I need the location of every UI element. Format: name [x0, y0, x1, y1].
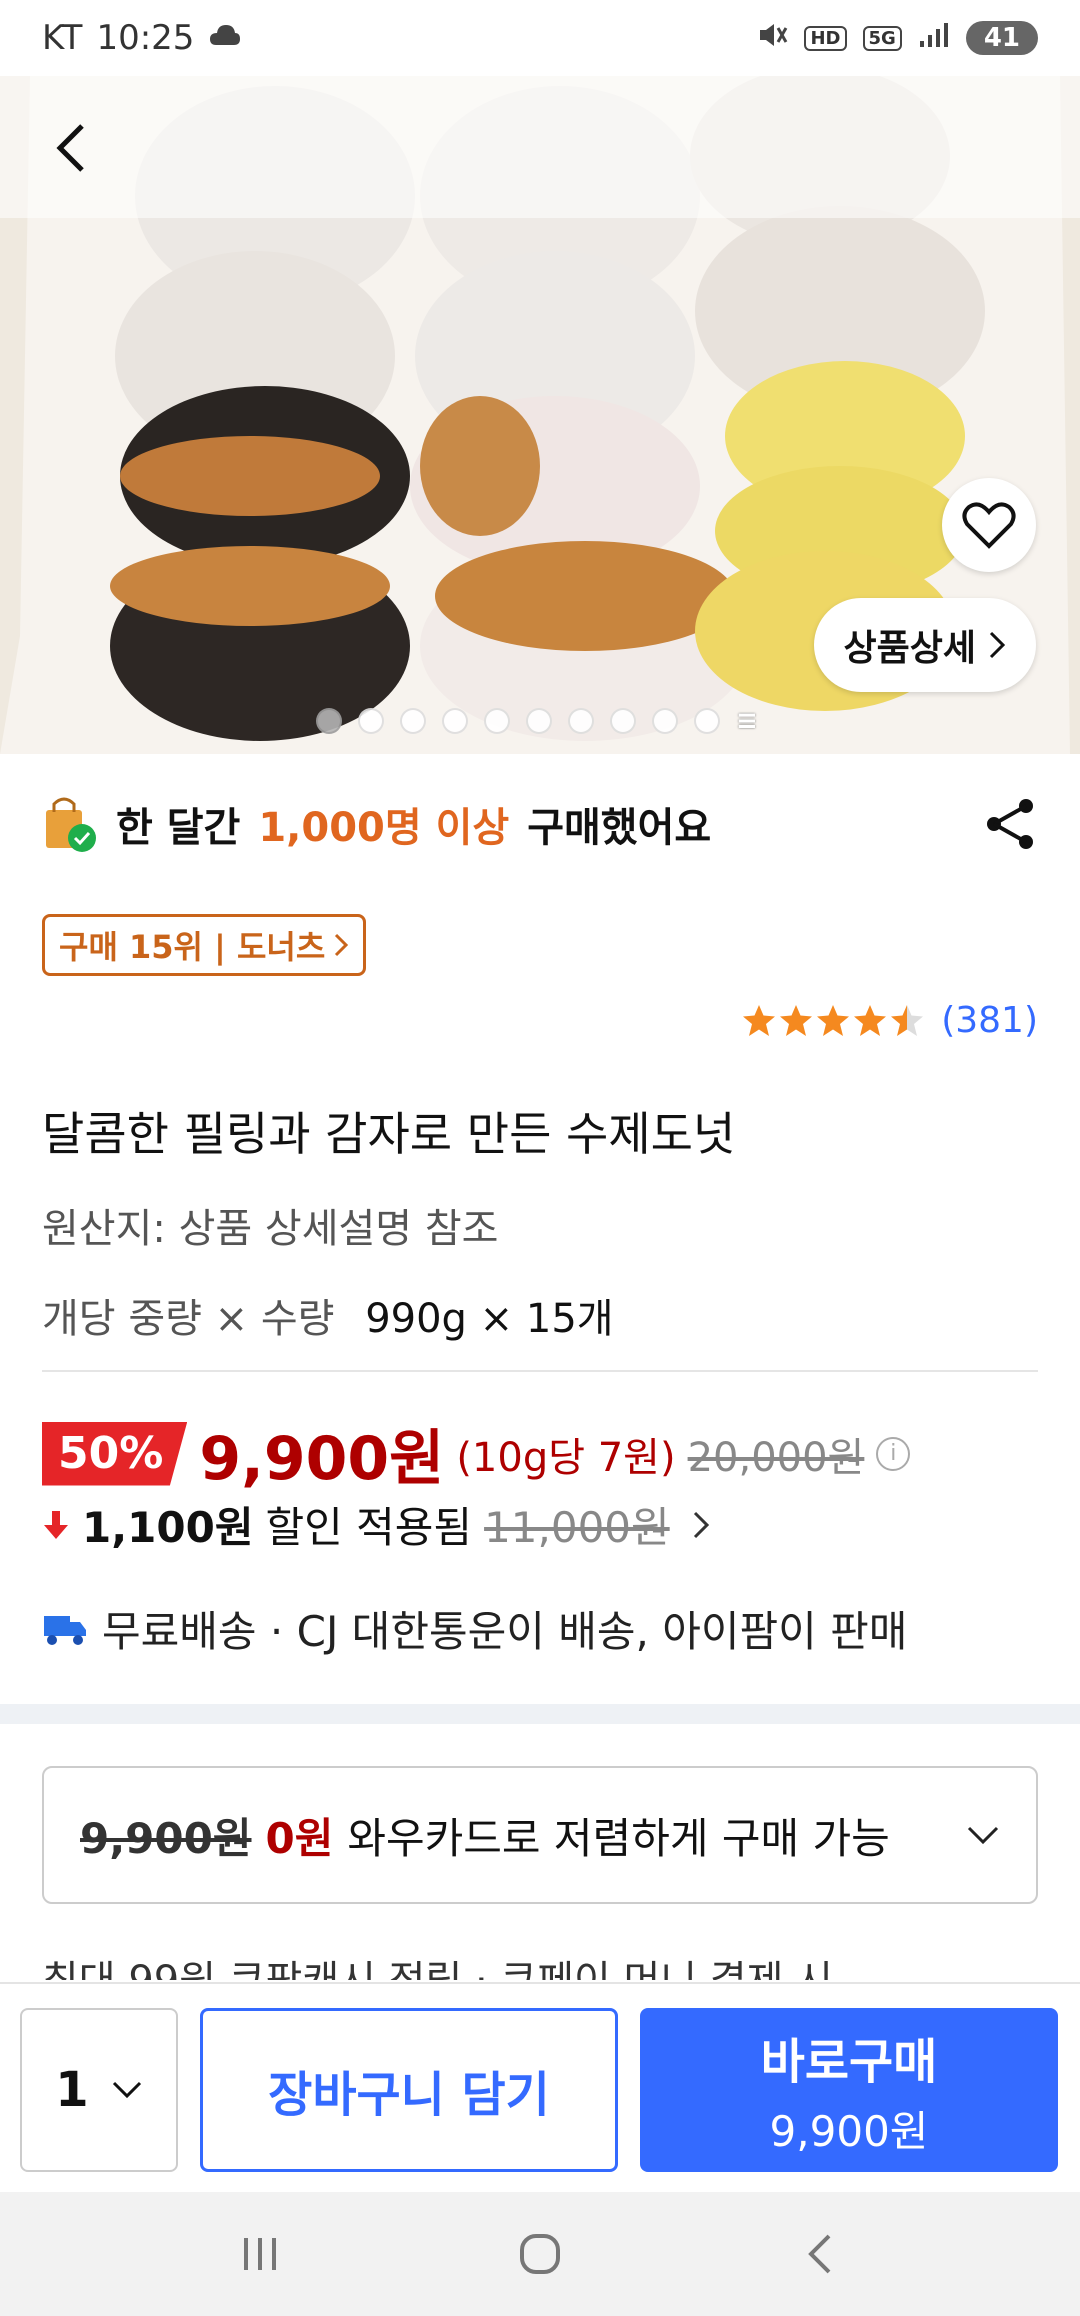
buy-now-price: 9,900원	[769, 2106, 929, 2156]
bottom-action-bar: 1 장바구니 담기 바로구매 9,900원	[0, 1982, 1080, 2192]
wow-original-price: 9,900원	[80, 1813, 252, 1863]
pager-dot[interactable]	[568, 708, 594, 734]
shipping-info: 무료배송 · CJ 대한통운이 배송, 아이팜이 판매	[42, 1598, 907, 1659]
wow-card-offer[interactable]: 9,900원 0원 와우카드로 저렴하게 구매 가능	[42, 1766, 1038, 1904]
section-divider	[0, 1704, 1080, 1724]
coupon-text: 할인 적용됨	[265, 1503, 473, 1552]
hd-icon: HD	[804, 25, 847, 51]
home-icon	[520, 2234, 560, 2274]
sale-price: 9,900원	[199, 1424, 445, 1494]
star-rating	[741, 1003, 929, 1039]
product-weight: 개당 중량 × 수량 990g × 15개	[42, 1286, 614, 1344]
clock: 10:25	[96, 18, 195, 58]
chevron-right-icon	[335, 933, 349, 957]
back-icon	[808, 2234, 831, 2274]
quantity-value: 1	[55, 2062, 89, 2118]
pager-dot[interactable]	[652, 708, 678, 734]
product-title: 달콤한 필링과 감자로 만든 수제도넛	[42, 1107, 736, 1161]
shopping-bag-icon	[46, 797, 96, 852]
price-row: 50% 9,900원 (10g당 7원) 20,000원 i	[42, 1410, 911, 1497]
arrow-down-icon	[44, 1510, 68, 1539]
review-count[interactable]: (381)	[941, 1000, 1038, 1041]
chevron-left-icon	[56, 124, 84, 172]
recent-apps-icon	[244, 2238, 276, 2270]
wishlist-button[interactable]	[942, 478, 1036, 572]
carrier: KT	[42, 18, 83, 58]
delivery-truck-icon	[44, 1615, 86, 1645]
purchase-count-banner: 한 달간 1,000명 이상 구매했어요	[42, 786, 1038, 862]
coupon-discount-row[interactable]: 1,100원 할인 적용됨 11,000원	[42, 1494, 710, 1555]
discount-badge: 50%	[42, 1421, 188, 1486]
weight-value: 990g × 15개	[365, 1296, 614, 1342]
original-price: 20,000원	[687, 1434, 865, 1481]
ranking-badge-label: 구매 15위 | 도너츠	[59, 928, 326, 966]
cash-reward-text: 최대 99원 쿠팡캐시 적립 · 쿠페이 머니 결제 시	[42, 1948, 833, 1980]
recent-apps-button[interactable]	[220, 2214, 300, 2294]
promo-prefix: 한 달간	[116, 805, 241, 851]
pager-dot[interactable]	[400, 708, 426, 734]
top-bar	[0, 76, 1080, 218]
rating[interactable]: (381)	[741, 1000, 1038, 1041]
chevron-right-icon	[693, 1511, 709, 1538]
promo-suffix: 구매했어요	[527, 805, 712, 851]
product-origin: 원산지: 상품 상세설명 참조	[42, 1206, 499, 1252]
more-images-icon: ≡	[736, 706, 758, 736]
add-to-cart-button[interactable]: 장바구니 담기	[200, 2008, 618, 2172]
weight-label: 개당 중량 × 수량	[42, 1296, 335, 1342]
chevron-down-icon	[967, 1826, 999, 1845]
buy-now-button[interactable]: 바로구매 9,900원	[640, 2008, 1058, 2172]
buy-now-label: 바로구매	[760, 2033, 938, 2090]
mute-icon	[756, 20, 788, 56]
pager-dot[interactable]	[442, 708, 468, 734]
pager-dot[interactable]	[484, 708, 510, 734]
back-button[interactable]	[34, 112, 106, 184]
battery-indicator: 41	[965, 21, 1038, 55]
unit-price: (10g당 7원)	[456, 1434, 676, 1481]
chevron-down-icon	[112, 2081, 141, 2099]
chevron-right-icon	[989, 631, 1006, 659]
pager-dot[interactable]	[358, 708, 384, 734]
pager-dot[interactable]	[526, 708, 552, 734]
system-back-button[interactable]	[780, 2214, 860, 2294]
image-pager[interactable]: ≡	[316, 706, 758, 736]
share-icon[interactable]	[982, 796, 1038, 852]
status-bar: KT 10:25 HD 5G 41	[0, 0, 1080, 76]
product-detail-label: 상품상세	[843, 628, 976, 669]
system-nav-bar	[0, 2192, 1080, 2316]
coupon-original-price: 11,000원	[484, 1503, 670, 1552]
network-5g-icon: 5G	[862, 25, 902, 51]
pager-dot[interactable]	[610, 708, 636, 734]
heart-icon	[962, 502, 1016, 549]
coupon-amount: 1,100원	[82, 1503, 254, 1552]
divider	[42, 1370, 1038, 1372]
wow-offer-text: 와우카드로 저렴하게 구매 가능	[347, 1813, 890, 1863]
quantity-select[interactable]: 1	[20, 2008, 178, 2172]
pager-dot[interactable]	[316, 708, 342, 734]
shipping-text: 무료배송 · CJ 대한통운이 배송, 아이팜이 판매	[102, 1607, 908, 1656]
home-button[interactable]	[500, 2214, 580, 2294]
info-icon[interactable]: i	[876, 1436, 911, 1471]
cloud-icon	[208, 18, 242, 58]
ranking-badge[interactable]: 구매 15위 | 도너츠	[42, 914, 367, 976]
pager-dot[interactable]	[694, 708, 720, 734]
product-detail-button[interactable]: 상품상세	[813, 598, 1036, 692]
wow-price: 0원	[265, 1813, 334, 1863]
promo-highlight: 1,000명 이상	[258, 805, 510, 851]
signal-icon	[918, 21, 950, 55]
